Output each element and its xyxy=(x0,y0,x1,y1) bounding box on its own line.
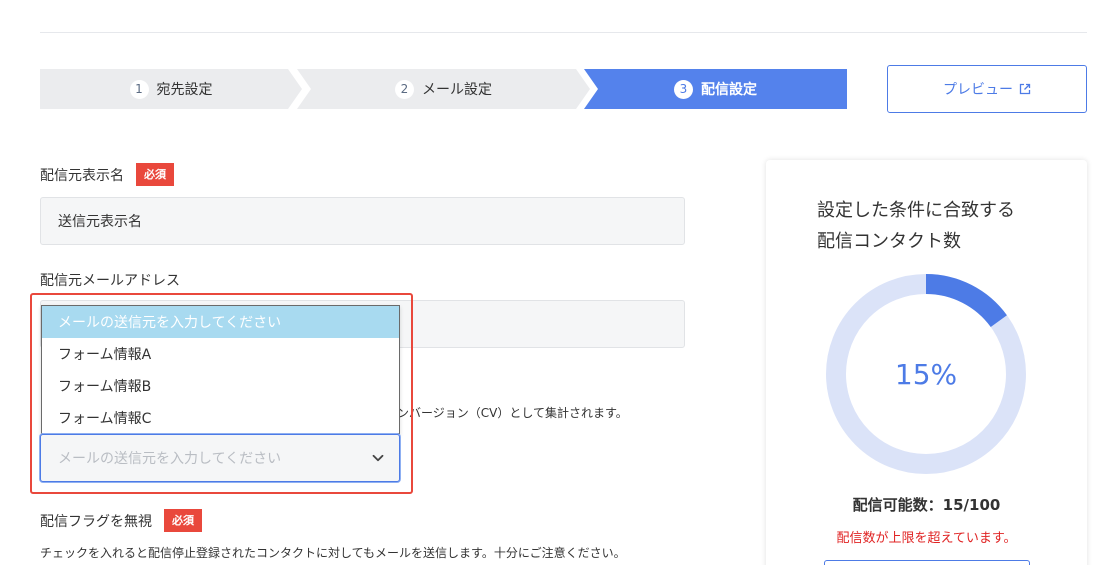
select-placeholder: メールの送信元を入力してください xyxy=(58,451,282,467)
step-label: 配信設定 xyxy=(701,82,757,98)
card-action-button[interactable] xyxy=(824,560,1030,565)
chevron-down-icon xyxy=(371,451,385,465)
donut-percent: 15% xyxy=(894,357,958,391)
sender-source-select[interactable]: メールの送信元を入力してください xyxy=(40,434,400,482)
contact-count-card: 設定した条件に合致する 配信コンタクト数 15% 配信可能数：15/100 配信… xyxy=(766,160,1087,565)
sender-name-value: 送信元表示名 xyxy=(58,214,142,230)
step-delivery-settings[interactable]: 3 配信設定 xyxy=(584,69,847,109)
card-title-line1: 設定した条件に合致する xyxy=(817,200,1015,221)
dropdown-option[interactable]: フォーム情報B xyxy=(42,370,399,402)
preview-button-label: プレビュー xyxy=(943,82,1013,98)
card-title-line2: 配信コンタクト数 xyxy=(817,231,961,252)
dropdown-option[interactable]: フォーム情報A xyxy=(42,338,399,370)
dropdown-option[interactable]: メールの送信元を入力してください xyxy=(42,306,399,338)
ignore-flag-label-row: 配信フラグを無視 必須 xyxy=(40,509,202,532)
preview-button[interactable]: プレビュー xyxy=(887,65,1087,113)
step-number: 2 xyxy=(395,79,414,99)
ignore-flag-label: 配信フラグを無視 xyxy=(40,513,152,530)
step-label: メール設定 xyxy=(422,82,492,98)
sender-name-input[interactable]: 送信元表示名 xyxy=(40,197,685,245)
sender-email-label: 配信元メールアドレス xyxy=(40,273,180,289)
sender-name-label: 配信元表示名 xyxy=(40,167,124,184)
step-number: 3 xyxy=(674,79,693,99)
card-title: 設定した条件に合致する 配信コンタクト数 xyxy=(817,195,1015,257)
sender-dropdown-list: メールの送信元を入力してください フォーム情報A フォーム情報B フォーム情報C xyxy=(41,305,400,434)
required-badge: 必須 xyxy=(136,163,174,186)
available-count: 配信可能数：15/100 xyxy=(852,496,1001,514)
step-label: 宛先設定 xyxy=(156,82,213,98)
sender-name-label-row: 配信元表示名 必須 xyxy=(40,163,174,186)
required-badge: 必須 xyxy=(164,509,202,532)
sender-email-label-row: 配信元メールアドレス xyxy=(40,270,180,290)
top-divider xyxy=(40,32,1087,33)
limit-warning: 配信数が上限を超えています。 xyxy=(836,531,1017,546)
external-link-icon xyxy=(1019,83,1031,95)
step-recipient-settings[interactable]: 1 宛先設定 xyxy=(40,69,302,109)
step-mail-settings[interactable]: 2 メール設定 xyxy=(297,69,590,109)
ignore-flag-helper: チェックを入れると配信停止登録されたコンタクトに対してもメールを送信します。十分… xyxy=(40,546,626,560)
dropdown-option[interactable]: フォーム情報C xyxy=(42,402,399,434)
step-number: 1 xyxy=(129,79,149,99)
